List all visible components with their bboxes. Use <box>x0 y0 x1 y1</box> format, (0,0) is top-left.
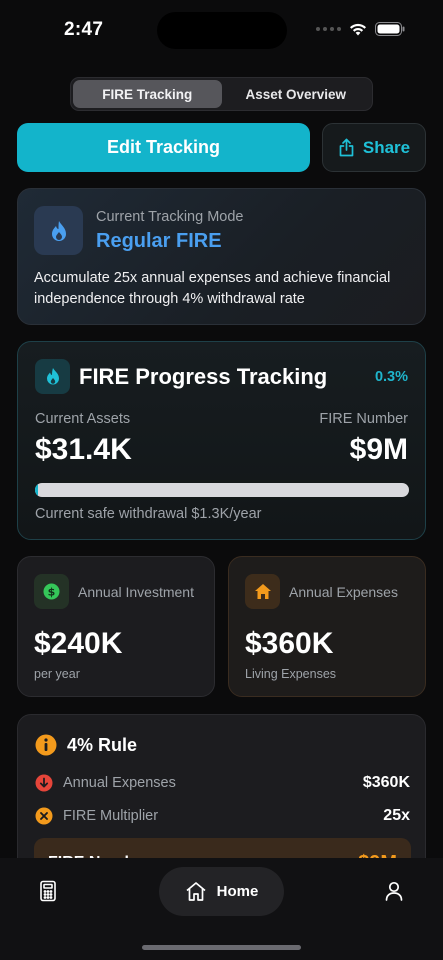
rule-row-annual-expenses: Annual Expenses $360K <box>35 774 410 792</box>
info-icon <box>35 734 57 756</box>
investment-icon-box: $ <box>34 574 69 609</box>
tab-home[interactable]: Home <box>159 867 284 916</box>
home-icon <box>186 882 206 901</box>
view-switcher: FIRE Tracking Asset Overview <box>70 77 373 111</box>
expenses-label: Annual Expenses <box>289 584 398 600</box>
annual-investment-card[interactable]: $ Annual Investment $240K per year <box>17 556 215 697</box>
system-icons <box>316 22 405 36</box>
current-assets-label: Current Assets <box>35 411 131 427</box>
expenses-value: $360K <box>245 627 334 660</box>
rule-title: 4% Rule <box>67 735 138 755</box>
safe-withdrawal-text: Current safe withdrawal $1.3K/year <box>35 506 262 522</box>
progress-bar <box>35 483 409 497</box>
progress-percent: 0.3% <box>374 369 408 385</box>
investment-label: Annual Investment <box>78 584 194 600</box>
x-circle-icon <box>35 807 53 825</box>
rule-row-label: FIRE Multiplier <box>63 808 159 824</box>
progress-bar-fill <box>35 483 38 497</box>
current-assets-value: $31.4K <box>35 433 132 466</box>
bottom-tab-bar: Home <box>0 858 443 960</box>
mode-label: Current Tracking Mode <box>96 209 244 225</box>
tracking-mode-card: Current Tracking Mode Regular FIRE Accum… <box>17 188 426 325</box>
expenses-icon-box <box>245 574 280 609</box>
tab-fire-tracking[interactable]: FIRE Tracking <box>73 80 222 108</box>
status-time: 2:47 <box>64 19 104 40</box>
home-indicator <box>142 945 301 950</box>
investment-value: $240K <box>34 627 123 660</box>
progress-icon-box <box>35 359 70 394</box>
flame-icon <box>46 368 59 385</box>
mode-icon-box <box>34 206 83 255</box>
fire-number-label: FIRE Number <box>319 411 408 427</box>
tab-home-label: Home <box>216 883 259 900</box>
progress-title: FIRE Progress Tracking <box>79 364 328 389</box>
svg-text:$: $ <box>48 586 56 599</box>
investment-sub: per year <box>34 667 80 681</box>
mode-description: Accumulate 25x annual expenses and achie… <box>34 270 391 307</box>
rule-row-value: 25x <box>383 807 410 824</box>
tab-asset-overview[interactable]: Asset Overview <box>222 80 371 108</box>
profile-icon[interactable] <box>384 881 404 901</box>
water-drop-flame-icon <box>51 220 66 241</box>
dynamic-island <box>157 12 287 49</box>
edit-tracking-button[interactable]: Edit Tracking <box>17 123 310 172</box>
rule-row-label: Annual Expenses <box>63 775 176 791</box>
annual-expenses-card[interactable]: Annual Expenses $360K Living Expenses <box>228 556 426 697</box>
rule-row-value: $360K <box>362 774 410 791</box>
fire-number-value: $9M <box>349 433 408 466</box>
cellular-signal-icon <box>316 27 341 31</box>
battery-icon <box>375 22 405 36</box>
status-bar: 2:47 <box>0 0 443 60</box>
dollar-icon: $ <box>43 583 60 600</box>
calculator-icon[interactable] <box>38 880 58 902</box>
share-label: Share <box>362 137 411 157</box>
wifi-icon <box>350 23 366 35</box>
mode-name: Regular FIRE <box>96 230 222 252</box>
arrow-down-circle-icon <box>35 774 53 792</box>
share-button[interactable]: Share <box>322 123 426 172</box>
house-icon <box>254 584 271 599</box>
expenses-sub: Living Expenses <box>245 667 337 681</box>
rule-row-fire-multiplier: FIRE Multiplier 25x <box>35 807 410 825</box>
share-icon <box>339 138 354 157</box>
fire-progress-card: FIRE Progress Tracking 0.3% Current Asse… <box>17 341 426 540</box>
